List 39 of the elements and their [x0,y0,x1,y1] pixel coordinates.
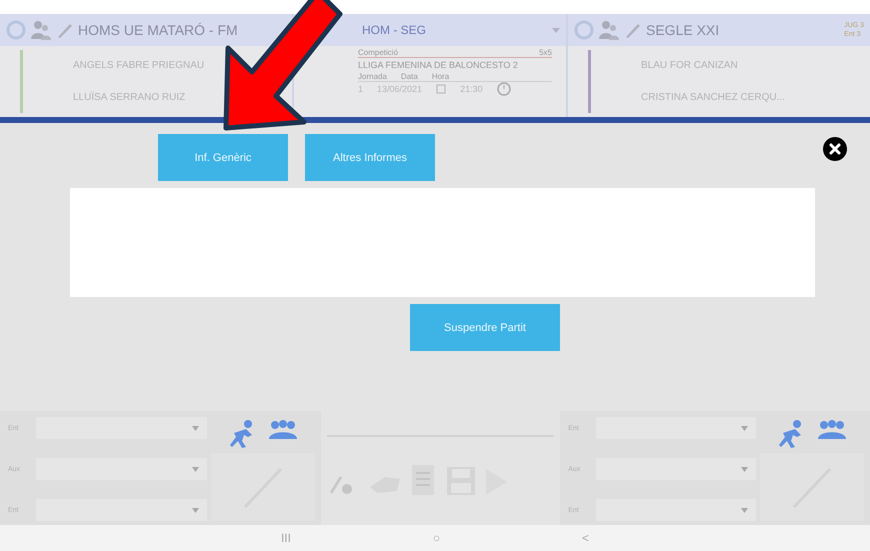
staff-dropdown[interactable] [36,417,208,439]
dropdown-caret-icon [192,466,200,472]
staff-dropdown[interactable] [596,458,756,480]
suspend-button[interactable]: Suspendre Partit [410,304,560,351]
dropdown-caret-icon [741,466,748,472]
team-name: HOMS UE MATARÓ - FM [78,22,238,38]
dropdown-caret-icon [192,508,200,512]
staff-dropdown[interactable] [36,499,208,521]
dropdown-caret-icon[interactable] [552,28,560,32]
dropdown-caret-icon [192,426,200,430]
match-title: HOM - SEG [362,23,426,37]
nav-button[interactable]: III [274,525,297,551]
nav-button[interactable]: < [576,525,596,551]
pencil-icon[interactable] [56,21,74,39]
field-label: Jornada [358,72,387,81]
people-icon[interactable] [30,19,52,41]
logo-icon [574,20,594,40]
dropdown-caret-icon [741,508,748,512]
staff-dropdown[interactable] [596,499,756,521]
field-label: Competició [358,48,398,57]
nav-button[interactable]: ○ [426,525,446,551]
format-label: 5x5 [539,48,552,57]
people-icon[interactable] [598,19,620,41]
close-button[interactable] [823,137,847,161]
team-icon[interactable] [817,419,848,441]
field-label: Hora [432,72,450,81]
report-tab[interactable]: Altres Informes [305,134,435,181]
report-text-area[interactable] [70,188,815,297]
competition-name: LLIGA FEMENINA DE BALONCESTO 2 [358,59,519,72]
field-label: Data [400,72,418,81]
staff-dropdown[interactable] [36,458,208,480]
team-icon[interactable] [268,419,298,441]
clock-icon[interactable] [496,82,511,96]
report-tab[interactable]: Inf. Genèric [158,134,288,181]
dropdown-caret-icon [741,426,748,430]
team-name: SEGLE XXI [646,22,720,38]
logo-icon [6,20,26,40]
staff-dropdown[interactable] [596,417,756,439]
pencil-icon[interactable] [624,21,642,39]
